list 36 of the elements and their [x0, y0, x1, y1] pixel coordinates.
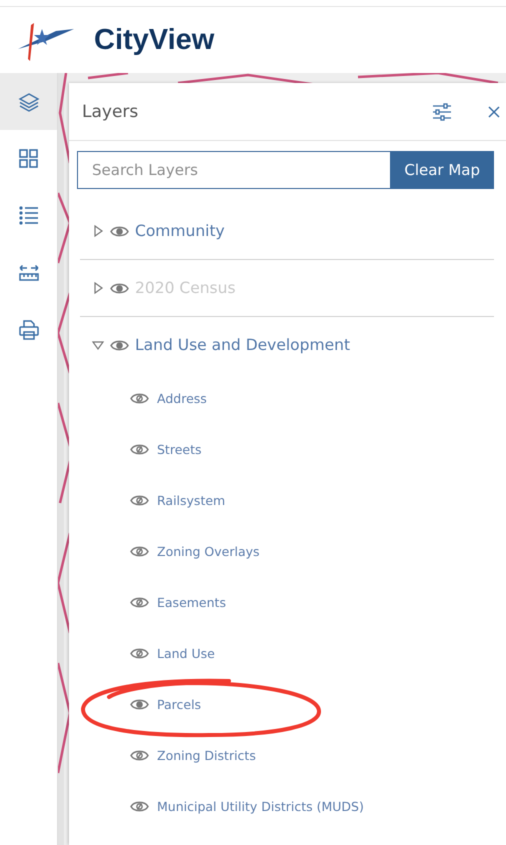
panel-title: Layers — [82, 102, 140, 122]
app-title: CityView — [94, 24, 214, 56]
caret-right-icon[interactable] — [92, 225, 104, 237]
layers-icon — [18, 90, 40, 112]
eye-slash-icon[interactable] — [130, 443, 149, 456]
layer-label[interactable]: Address — [157, 391, 207, 406]
layer-label[interactable]: Railsystem — [157, 493, 226, 508]
eye-slash-icon[interactable] — [130, 545, 149, 558]
layer-label[interactable]: Municipal Utility Districts (MUDS) — [157, 799, 364, 814]
close-icon — [488, 106, 500, 118]
ruler-icon — [18, 264, 38, 281]
eye-slash-icon[interactable] — [130, 392, 149, 405]
layer-group-label[interactable]: Community — [135, 222, 225, 240]
eye-slash-icon[interactable] — [130, 749, 149, 762]
caret-down-icon[interactable] — [92, 339, 104, 351]
clear-map-button[interactable]: Clear Map — [390, 151, 494, 189]
layer-label[interactable]: Parcels — [157, 697, 202, 712]
eye-icon[interactable] — [110, 338, 129, 352]
layer-group-label[interactable]: Land Use and Development — [135, 336, 350, 354]
eye-icon[interactable] — [110, 224, 129, 238]
grid-icon — [19, 149, 38, 168]
search-field[interactable]: Search Layers — [77, 151, 390, 189]
printer-icon — [18, 320, 38, 340]
layer-label[interactable]: Streets — [157, 442, 202, 457]
sidebar-button[interactable] — [0, 73, 57, 130]
layer-label[interactable]: Zoning Districts — [157, 748, 256, 763]
layer-label[interactable]: Land Use — [157, 646, 215, 661]
eye-icon[interactable] — [130, 698, 149, 711]
list-icon — [18, 206, 38, 225]
eye-slash-icon[interactable] — [130, 596, 149, 609]
sliders-icon — [432, 102, 452, 122]
layer-label[interactable]: Easements — [157, 595, 226, 610]
layer-label[interactable]: Zoning Overlays — [157, 544, 260, 559]
eye-slash-icon[interactable] — [130, 494, 149, 507]
eye-slash-icon[interactable] — [130, 647, 149, 660]
eye-slash-icon[interactable] — [130, 800, 149, 813]
